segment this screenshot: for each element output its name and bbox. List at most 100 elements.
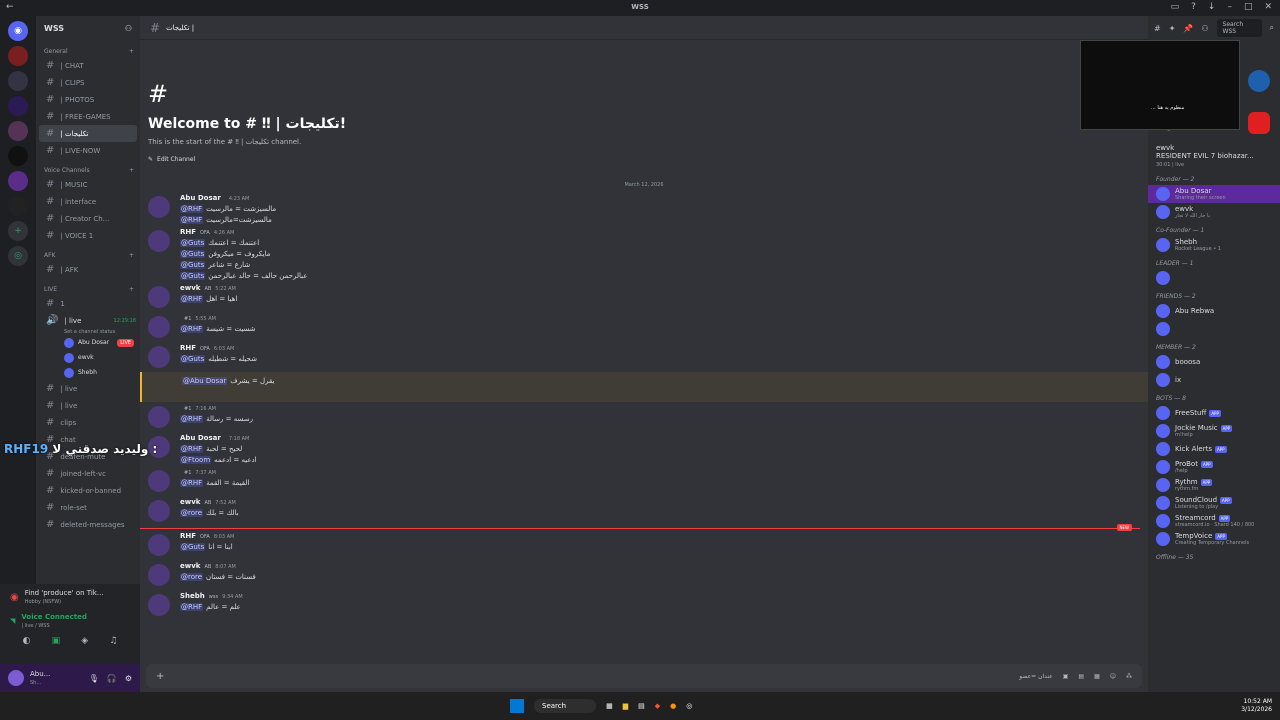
user-mention[interactable]: @Ftoom (180, 456, 212, 464)
message-author[interactable]: ewvk (180, 284, 200, 292)
youtube-icon[interactable] (1248, 112, 1270, 134)
chat-message[interactable]: ewvk AB 8:07 AM @rore فسنات = فستان (140, 560, 1148, 590)
settings-icon[interactable]: ⚙ (125, 674, 132, 683)
member-item[interactable]: Jockie Music APP m!help (1148, 422, 1280, 440)
server-icon[interactable] (8, 146, 28, 166)
emoji-icon[interactable]: ☺ (1110, 673, 1116, 680)
user-mention[interactable]: @Guts (180, 355, 206, 363)
rocket-league-icon[interactable] (1248, 70, 1270, 92)
voice-user[interactable]: Shebh (36, 365, 140, 380)
user-mention[interactable]: @RHF (180, 216, 204, 224)
chat-message[interactable]: #1 5:55 AM @RHF شسيت = شيسة (140, 312, 1148, 342)
screen-share-icon[interactable]: ▣ (52, 636, 61, 646)
voice-channel-live[interactable]: 🔊 | live 12:29:18 (36, 312, 140, 329)
avatar[interactable] (148, 286, 170, 308)
system-clock[interactable]: 10:52 AM 3/12/2026 (1241, 698, 1272, 714)
chat-message[interactable]: @Abu Dosar يقرل = يشرف (140, 372, 1148, 402)
windows-start-icon[interactable] (510, 699, 524, 713)
channel-item[interactable]: # | CLIPS (36, 74, 140, 91)
channel-item[interactable]: # | VOICE 1 (36, 227, 140, 244)
avatar[interactable] (148, 594, 170, 616)
user-mention[interactable]: @RHF (180, 325, 204, 333)
avatar[interactable] (148, 230, 170, 252)
server-icon[interactable] (8, 121, 28, 141)
user-mention[interactable]: @RHF (180, 295, 204, 303)
brave-icon[interactable]: ◆ (655, 702, 660, 710)
add-server-icon[interactable]: + (8, 221, 28, 241)
channel-item[interactable]: # | LIVE-NOW (36, 142, 140, 159)
category-voice[interactable]: Voice Channels + (36, 159, 140, 176)
pin-icon[interactable]: 📌 (1183, 24, 1193, 33)
taskbar-app-icon[interactable]: ◎ (686, 702, 692, 710)
user-mention[interactable]: @RHF (180, 205, 204, 213)
user-mention[interactable]: @RHF (180, 603, 204, 611)
category-general[interactable]: General + (36, 40, 140, 57)
user-mention[interactable]: @RHF (180, 445, 204, 453)
channel-item[interactable]: # deleted-messages (36, 516, 140, 533)
server-icon[interactable] (8, 96, 28, 116)
avatar[interactable] (148, 316, 170, 338)
member-item[interactable] (1148, 320, 1280, 338)
member-item[interactable]: Streamcord APP streamcord.io · Shard 140 /… (1148, 512, 1280, 530)
avatar[interactable] (148, 500, 170, 522)
channel-item[interactable]: # | live (36, 380, 140, 397)
member-item[interactable]: TempVoice APP Creating Temporary Channels (1148, 530, 1280, 548)
minimize-icon[interactable]: – (1227, 2, 1232, 12)
message-author[interactable]: Shebh (180, 592, 205, 600)
avatar[interactable] (148, 346, 170, 368)
channel-item[interactable]: # joined-left-vc (36, 465, 140, 482)
apps-icon[interactable]: ⁂ (1126, 673, 1132, 680)
user-mention[interactable]: @Guts (180, 543, 206, 551)
voice-user[interactable]: ewvk (36, 350, 140, 365)
category-afk[interactable]: AFK + (36, 244, 140, 261)
search-icon[interactable]: ⌕ (1270, 23, 1274, 33)
chat-message[interactable]: RHF OFA 6:03 AM @Guts شحيله = شطيله (140, 342, 1148, 372)
user-mention[interactable]: @RHF (180, 479, 204, 487)
gif-icon[interactable]: ▤ (1078, 673, 1084, 680)
channel-item[interactable]: # | FREE-GAMES (36, 108, 140, 125)
member-item[interactable]: Abu Dosar Sharing their screen (1148, 185, 1280, 203)
channel-item[interactable]: # | interface (36, 193, 140, 210)
current-user[interactable]: Abu... Sh... 🎙 🎧 ⚙ (0, 664, 140, 692)
activity-notification[interactable]: ◉ Find 'produce' on Tik... Hobby (NSFW) (0, 584, 140, 610)
member-item[interactable]: booosa (1148, 353, 1280, 371)
chat-message[interactable]: ewvk AB 5:22 AM @RHF اهيا = اهل (140, 282, 1148, 312)
user-mention[interactable]: @Guts (180, 250, 206, 258)
member-item[interactable]: FreeStuff APP (1148, 404, 1280, 422)
camera-icon[interactable]: ◐ (23, 636, 31, 646)
explore-icon[interactable]: ◎ (8, 246, 28, 266)
server-header[interactable]: WSS ⚇ (36, 16, 140, 40)
search-input[interactable]: Search WSS (1216, 19, 1262, 37)
member-item[interactable]: ewvk يا جار الله لا تجار (1148, 203, 1280, 221)
add-attachment-icon[interactable]: + (156, 671, 164, 682)
help-icon[interactable]: ? (1191, 2, 1196, 12)
discord-home-icon[interactable]: ◉ (8, 21, 28, 41)
channel-item[interactable]: # | تكليجات (39, 125, 137, 142)
user-mention[interactable]: @Guts (180, 272, 206, 280)
activities-icon[interactable]: ◈ (81, 636, 88, 646)
chat-message[interactable]: ewvk AB 7:52 AM @rore بالك = بلك (140, 496, 1148, 526)
channel-item[interactable]: #1 (36, 295, 140, 312)
chat-message[interactable]: RHF OFA 8:03 AM @Guts ابنا = انا (140, 530, 1148, 560)
stream-preview[interactable]: ... منطوم يه هنا (1080, 40, 1240, 130)
user-mention[interactable]: @rore (180, 573, 204, 581)
chat-message[interactable]: RHF OFA 4:26 AM @Guts اعتنمك = اعتنمك @Guts ما… (140, 226, 1148, 282)
activity-card[interactable]: ewvk RESIDENT EVIL 7 biohazar... 30:01 | l… (1148, 142, 1280, 170)
member-item[interactable]: SoundCloud APP Listening to /play (1148, 494, 1280, 512)
user-mention[interactable]: @RHF (180, 415, 204, 423)
user-mention[interactable]: @Abu Dosar (182, 377, 228, 385)
taskbar-app-icon[interactable]: ▤ (638, 702, 645, 710)
taskbar-search[interactable]: Search (534, 699, 597, 713)
member-item[interactable]: Shebh Rocket League • 1 (1148, 236, 1280, 254)
server-icon[interactable] (8, 196, 28, 216)
avatar[interactable] (148, 196, 170, 218)
server-icon[interactable] (8, 171, 28, 191)
member-item[interactable]: Kick Alerts APP (1148, 440, 1280, 458)
member-item[interactable]: Rythm APP rythm.fm (1148, 476, 1280, 494)
add-member-icon[interactable]: ⚇ (125, 24, 132, 33)
server-icon[interactable] (8, 46, 28, 66)
member-item[interactable]: ix (1148, 371, 1280, 389)
close-icon[interactable]: ✕ (1264, 2, 1272, 12)
members-icon[interactable]: ⚇ (1201, 24, 1208, 33)
member-item[interactable] (1148, 269, 1280, 287)
